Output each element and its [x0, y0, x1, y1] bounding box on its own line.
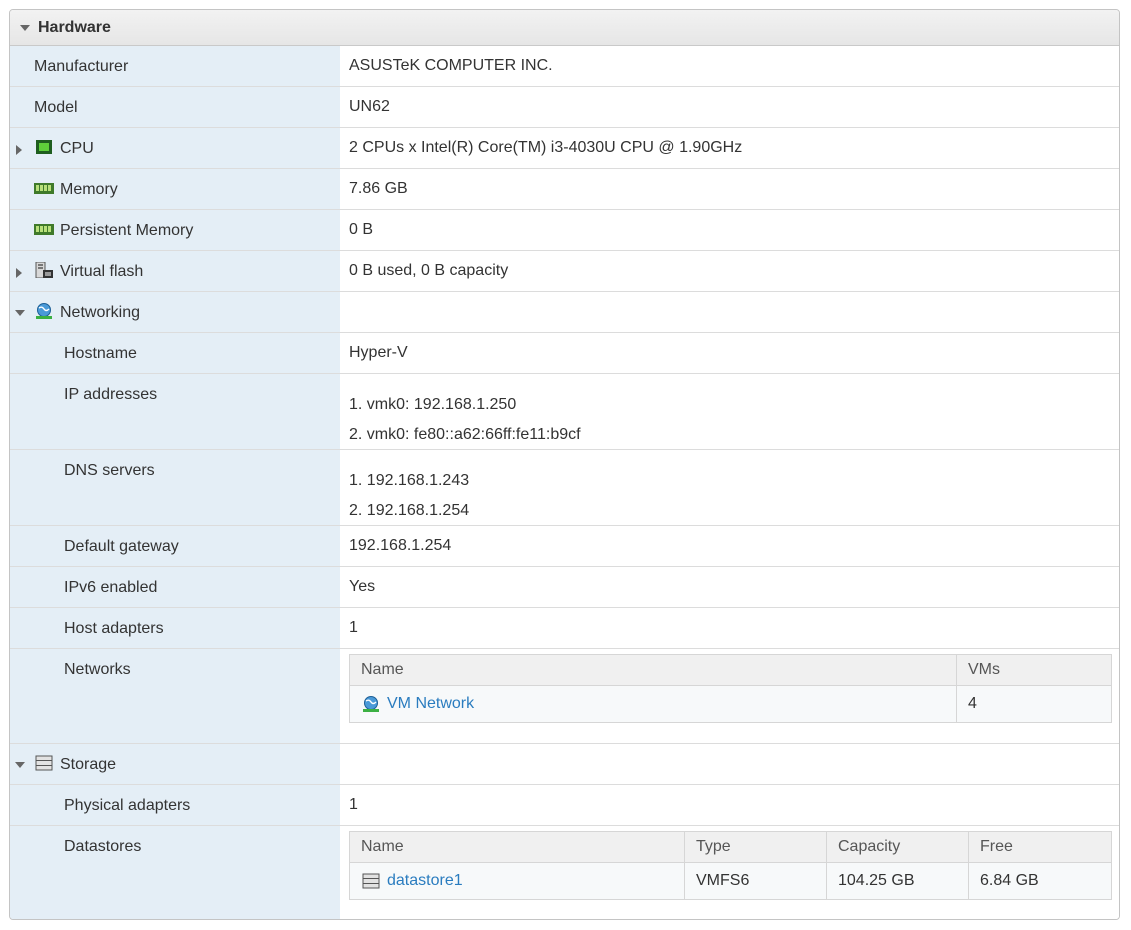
manufacturer-label: Manufacturer: [34, 58, 129, 75]
datastore-capacity: 104.25 GB: [826, 862, 969, 900]
datastores-col-free[interactable]: Free: [968, 831, 1112, 863]
cpu-value: 2 CPUs x Intel(R) Core(TM) i3-4030U CPU …: [340, 128, 1119, 168]
datastores-col-name[interactable]: Name: [349, 831, 685, 863]
persistent-memory-value: 0 B: [340, 210, 1119, 250]
hardware-section-header[interactable]: Hardware: [10, 10, 1119, 46]
memory-label: Memory: [60, 181, 118, 198]
datastores-col-capacity[interactable]: Capacity: [826, 831, 969, 863]
memory-module-icon: [34, 183, 54, 194]
datastores-label: Datastores: [64, 838, 142, 855]
ip-address-item: 1. vmk0: 192.168.1.250: [349, 396, 517, 413]
collapse-triangle-icon[interactable]: [20, 24, 30, 31]
cpu-row: CPU 2 CPUs x Intel(R) Core(TM) i3-4030U …: [10, 128, 1119, 169]
physical-adapters-label: Physical adapters: [64, 797, 191, 814]
networking-section-row[interactable]: Networking: [10, 292, 1119, 333]
collapse-triangle-icon[interactable]: [15, 310, 25, 316]
model-label: Model: [34, 99, 78, 116]
default-gateway-label: Default gateway: [64, 538, 179, 555]
physical-adapters-value: 1: [340, 785, 1119, 825]
storage-section-row[interactable]: Storage: [10, 744, 1119, 785]
ipv6-enabled-value: Yes: [340, 567, 1119, 607]
datastore-type: VMFS6: [684, 862, 827, 900]
ipv6-enabled-row: IPv6 enabled Yes: [10, 567, 1119, 608]
networking-label: Networking: [60, 304, 141, 321]
default-gateway-row: Default gateway 192.168.1.254: [10, 526, 1119, 567]
default-gateway-value: 192.168.1.254: [340, 526, 1119, 566]
virtual-flash-row: Virtual flash 0 B used, 0 B capacity: [10, 251, 1119, 292]
storage-label: Storage: [60, 756, 117, 773]
datastore1-link[interactable]: datastore1: [387, 872, 463, 890]
ip-address-item: 2. vmk0: fe80::a62:66ff:fe11:b9cf: [349, 426, 581, 443]
ip-addresses-row: IP addresses 1. vmk0: 192.168.1.250 2. v…: [10, 374, 1119, 450]
networks-table: Name VMs VM Network 4: [349, 654, 1112, 723]
network-globe-icon: [363, 696, 379, 712]
manufacturer-row: Manufacturer ASUSTeK COMPUTER INC.: [10, 46, 1119, 87]
datastore-free: 6.84 GB: [968, 862, 1112, 900]
memory-value: 7.86 GB: [340, 169, 1119, 209]
cpu-label: CPU: [60, 140, 94, 157]
collapse-triangle-icon[interactable]: [15, 762, 25, 768]
storage-disk-icon: [35, 755, 53, 771]
ip-addresses-label: IP addresses: [64, 386, 158, 403]
dns-server-item: 2. 192.168.1.254: [349, 502, 470, 519]
storage-disk-icon: [362, 873, 380, 889]
persistent-memory-label: Persistent Memory: [60, 222, 194, 239]
memory-module-icon: [34, 224, 54, 235]
virtual-flash-icon: [35, 262, 53, 278]
host-adapters-label: Host adapters: [64, 620, 164, 637]
hostname-row: Hostname Hyper-V: [10, 333, 1119, 374]
manufacturer-value: ASUSTeK COMPUTER INC.: [340, 46, 1119, 86]
table-row[interactable]: datastore1 VMFS6 104.25 GB 6.84 GB: [349, 862, 1112, 900]
virtual-flash-label: Virtual flash: [60, 263, 144, 280]
cpu-chip-icon: [36, 140, 52, 154]
datastores-row: Datastores Name Type Capacity Free datas…: [10, 826, 1119, 919]
host-adapters-row: Host adapters 1: [10, 608, 1119, 649]
network-globe-icon: [36, 303, 52, 319]
networks-col-vms[interactable]: VMs: [956, 654, 1112, 686]
model-value: UN62: [340, 87, 1119, 127]
hardware-title: Hardware: [38, 18, 111, 36]
vm-network-vms: 4: [956, 685, 1112, 723]
datastores-table: Name Type Capacity Free datastore1 VMFS6…: [349, 831, 1112, 900]
dns-servers-label: DNS servers: [64, 462, 155, 479]
memory-row: Memory 7.86 GB: [10, 169, 1119, 210]
dns-servers-row: DNS servers 1. 192.168.1.243 2. 192.168.…: [10, 450, 1119, 526]
persistent-memory-row: Persistent Memory 0 B: [10, 210, 1119, 251]
host-adapters-value: 1: [340, 608, 1119, 648]
hostname-value: Hyper-V: [340, 333, 1119, 373]
ipv6-enabled-label: IPv6 enabled: [64, 579, 158, 596]
dns-server-item: 1. 192.168.1.243: [349, 472, 470, 489]
hardware-panel: Hardware Manufacturer ASUSTeK COMPUTER I…: [9, 9, 1120, 920]
physical-adapters-row: Physical adapters 1: [10, 785, 1119, 826]
hostname-label: Hostname: [64, 345, 137, 362]
networks-col-name[interactable]: Name: [349, 654, 957, 686]
table-row[interactable]: VM Network 4: [349, 685, 1112, 723]
model-row: Model UN62: [10, 87, 1119, 128]
virtual-flash-value: 0 B used, 0 B capacity: [340, 251, 1119, 291]
networks-label: Networks: [64, 661, 131, 678]
expand-triangle-icon[interactable]: [16, 145, 22, 155]
vm-network-link[interactable]: VM Network: [387, 695, 474, 713]
datastores-col-type[interactable]: Type: [684, 831, 827, 863]
expand-triangle-icon[interactable]: [16, 268, 22, 278]
networks-row: Networks Name VMs VM Network 4: [10, 649, 1119, 744]
